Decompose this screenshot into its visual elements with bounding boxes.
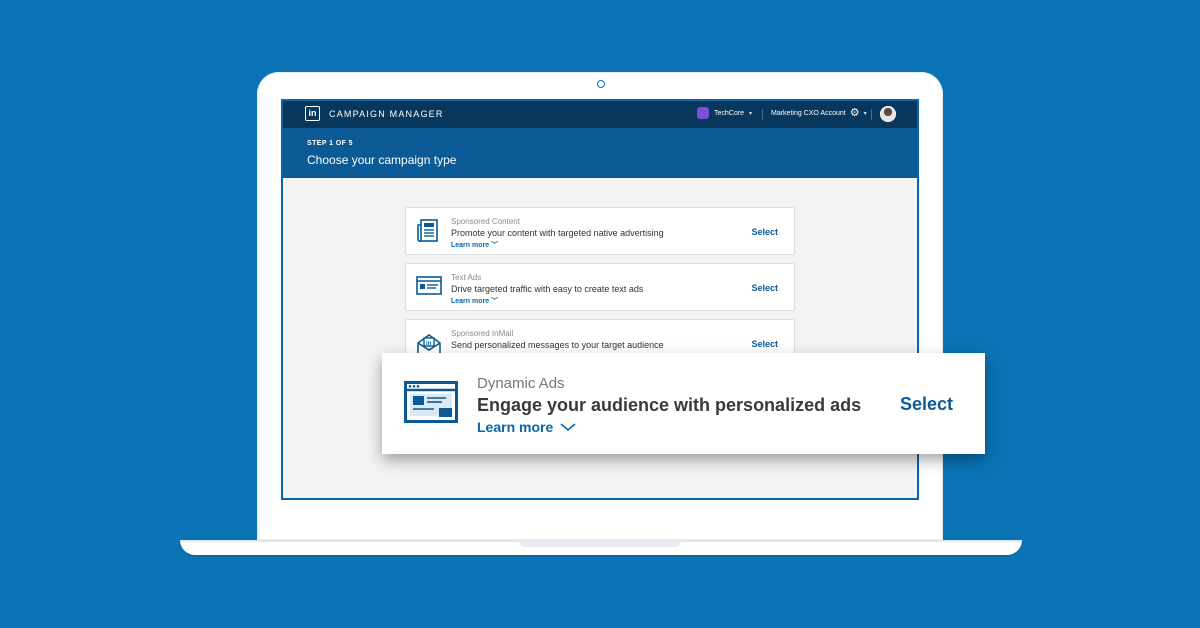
campaign-card-sponsored-content[interactable]: Sponsored Content Promote your content w… (405, 207, 795, 255)
avatar[interactable] (880, 106, 896, 122)
chevron-down-icon (560, 422, 576, 431)
browser-window-icon (404, 381, 458, 423)
linkedin-logo-icon[interactable]: in (305, 106, 320, 121)
campaign-category: Text Ads (451, 273, 482, 282)
campaign-description: Engage your audience with personalized a… (477, 395, 862, 415)
campaign-category: Sponsored Content (451, 217, 520, 226)
step-indicator: STEP 1 OF 5 (307, 140, 353, 147)
learn-more-link[interactable]: Learn more (477, 419, 576, 435)
organization-logo-icon (697, 107, 709, 119)
top-navigation-bar: in CAMPAIGN MANAGER TechCore ▾ Marketing… (283, 101, 917, 128)
text-ad-icon (416, 276, 442, 295)
svg-text:in: in (426, 341, 432, 347)
page-header: STEP 1 OF 5 Choose your campaign type (283, 128, 917, 178)
chevron-down-icon: ﹀ (491, 242, 499, 249)
learn-more-link[interactable]: Learn more ﹀ (451, 296, 498, 306)
learn-more-label: Learn more (477, 419, 554, 435)
laptop-camera (597, 80, 605, 88)
select-button[interactable]: Select (751, 339, 778, 349)
page-title: Choose your campaign type (307, 153, 457, 167)
newspaper-icon (417, 219, 438, 243)
campaign-category: Dynamic Ads (477, 375, 565, 392)
divider (762, 109, 763, 120)
organization-switcher[interactable]: TechCore ▾ (697, 107, 752, 119)
campaign-card-text-ads[interactable]: Text Ads Drive targeted traffic with eas… (405, 263, 795, 311)
app-title: CAMPAIGN MANAGER (329, 109, 444, 119)
account-name: Marketing CXO Account (771, 110, 846, 117)
chevron-down-icon: ▾ (863, 111, 867, 117)
campaign-card-dynamic-ads[interactable]: Dynamic Ads Engage your audience with pe… (382, 353, 985, 454)
campaign-description: Send personalized messages to your targe… (451, 340, 664, 350)
campaign-category: Sponsored InMail (451, 329, 514, 338)
account-switcher[interactable]: Marketing CXO Account ⚙ ▾ (771, 108, 867, 119)
divider (871, 109, 872, 120)
chevron-down-icon: ▾ (748, 110, 752, 117)
select-button[interactable]: Select (751, 227, 778, 237)
organization-name: TechCore (714, 109, 744, 117)
campaign-description: Drive targeted traffic with easy to crea… (451, 284, 644, 294)
select-button[interactable]: Select (751, 283, 778, 293)
select-button[interactable]: Select (900, 394, 953, 415)
laptop-notch (519, 540, 681, 547)
learn-more-link[interactable]: Learn more ﹀ (451, 240, 498, 250)
gear-icon[interactable]: ⚙ (850, 108, 860, 119)
campaign-description: Promote your content with targeted nativ… (451, 228, 664, 238)
chevron-down-icon: ﹀ (491, 298, 499, 305)
